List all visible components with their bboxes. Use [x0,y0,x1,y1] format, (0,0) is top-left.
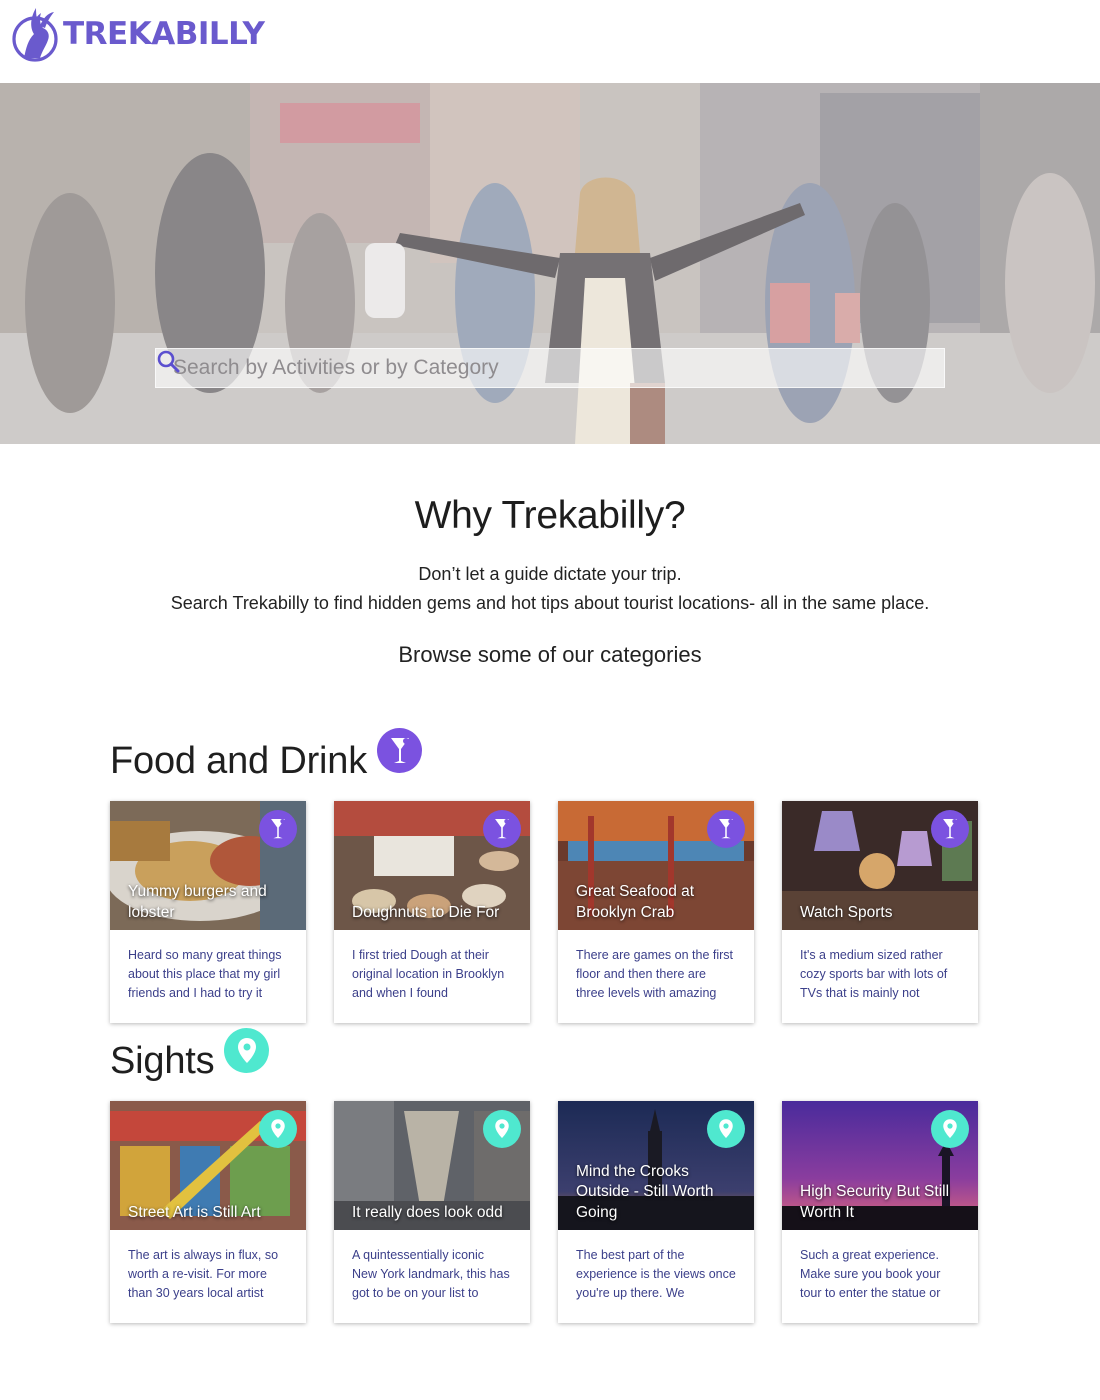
card-image: It really does look odd [334,1101,530,1230]
card-image: High Security But Still Worth It [782,1101,978,1230]
goat-logo-icon [12,8,58,62]
card-title: Yummy burgers and lobster [128,883,267,921]
card-image: Street Art is Still Art [110,1101,306,1230]
category-title: Food and Drink [110,740,368,782]
search-button[interactable] [157,348,944,388]
cocktail-icon [259,810,297,848]
food-card-1[interactable]: Yummy burgers and lobster Heard so many … [110,801,306,1023]
why-line-1: Don’t let a guide dictate your trip. [418,564,682,584]
card-title: Street Art is Still Art [128,1203,261,1221]
search-bar [155,348,945,388]
sight-card-1[interactable]: Street Art is Still Art The art is alway… [110,1101,306,1323]
map-pin-icon [483,1110,521,1148]
card-image: Mind the Crooks Outside - Still Worth Go… [558,1101,754,1230]
sight-card-2[interactable]: It really does look odd A quintessential… [334,1101,530,1323]
card-excerpt: Such a great experience. Make sure you b… [800,1248,941,1300]
map-pin-icon [259,1110,297,1148]
card-excerpt: There are games on the first floor and t… [576,948,734,1000]
sight-card-3[interactable]: Mind the Crooks Outside - Still Worth Go… [558,1101,754,1323]
map-pin-icon [707,1110,745,1148]
card-image: Yummy burgers and lobster [110,801,306,930]
card-title: High Security But Still Worth It [800,1183,950,1221]
why-section: Why Trekabilly? Don’t let a guide dictat… [0,494,1100,668]
card-title: Mind the Crooks Outside - Still Worth Go… [576,1162,714,1221]
hero-banner [0,83,1100,444]
card-excerpt: A quintessentially iconic New York landm… [352,1248,510,1300]
why-description: Don’t let a guide dictate your trip. Sea… [0,560,1100,618]
map-pin-icon [931,1110,969,1148]
food-card-2[interactable]: Doughnuts to Die For I first tried Dough… [334,801,530,1023]
site-header: TREKABILLY [0,0,1100,83]
cocktail-icon [483,810,521,848]
card-title: Doughnuts to Die For [352,903,500,921]
food-cards: Yummy burgers and lobster Heard so many … [110,801,978,1023]
category-heading-sights: Sights [110,1028,270,1083]
sights-cards: Street Art is Still Art The art is alway… [110,1101,978,1323]
category-title: Sights [110,1040,215,1082]
hero-overlay [0,83,1100,444]
browse-heading: Browse some of our categories [398,642,702,667]
card-excerpt: I first tried Dough at their original lo… [352,948,505,1000]
card-title: It really does look odd [352,1203,503,1221]
brand-logo[interactable]: TREKABILLY [10,4,265,62]
why-title: Why Trekabilly? [414,494,686,537]
card-image: Watch Sports [782,801,978,930]
card-excerpt: It's a medium sized rather cozy sports b… [800,948,948,1000]
card-excerpt: The best part of the experience is the v… [576,1248,736,1300]
category-heading-food: Food and Drink [110,728,423,783]
cocktail-icon [707,810,745,848]
card-title: Great Seafood at Brooklyn Crab [576,883,695,921]
card-excerpt: Heard so many great things about this pl… [128,948,282,1000]
card-excerpt: The art is always in flux, so worth a re… [128,1248,279,1300]
brand-name: TREKABILLY [63,16,265,52]
search-input[interactable] [156,349,900,387]
food-card-4[interactable]: Watch Sports It's a medium sized rather … [782,801,978,1023]
card-image: Great Seafood at Brooklyn Crab [558,801,754,930]
search-icon [157,350,180,373]
card-image: Doughnuts to Die For [334,801,530,930]
card-title: Watch Sports [800,903,893,921]
map-pin-icon[interactable] [224,1028,270,1073]
why-line-2: Search Trekabilly to find hidden gems an… [170,593,930,613]
cocktail-icon[interactable] [377,728,423,773]
food-card-3[interactable]: Great Seafood at Brooklyn Crab There are… [558,801,754,1023]
cocktail-icon [931,810,969,848]
sight-card-4[interactable]: High Security But Still Worth It Such a … [782,1101,978,1323]
